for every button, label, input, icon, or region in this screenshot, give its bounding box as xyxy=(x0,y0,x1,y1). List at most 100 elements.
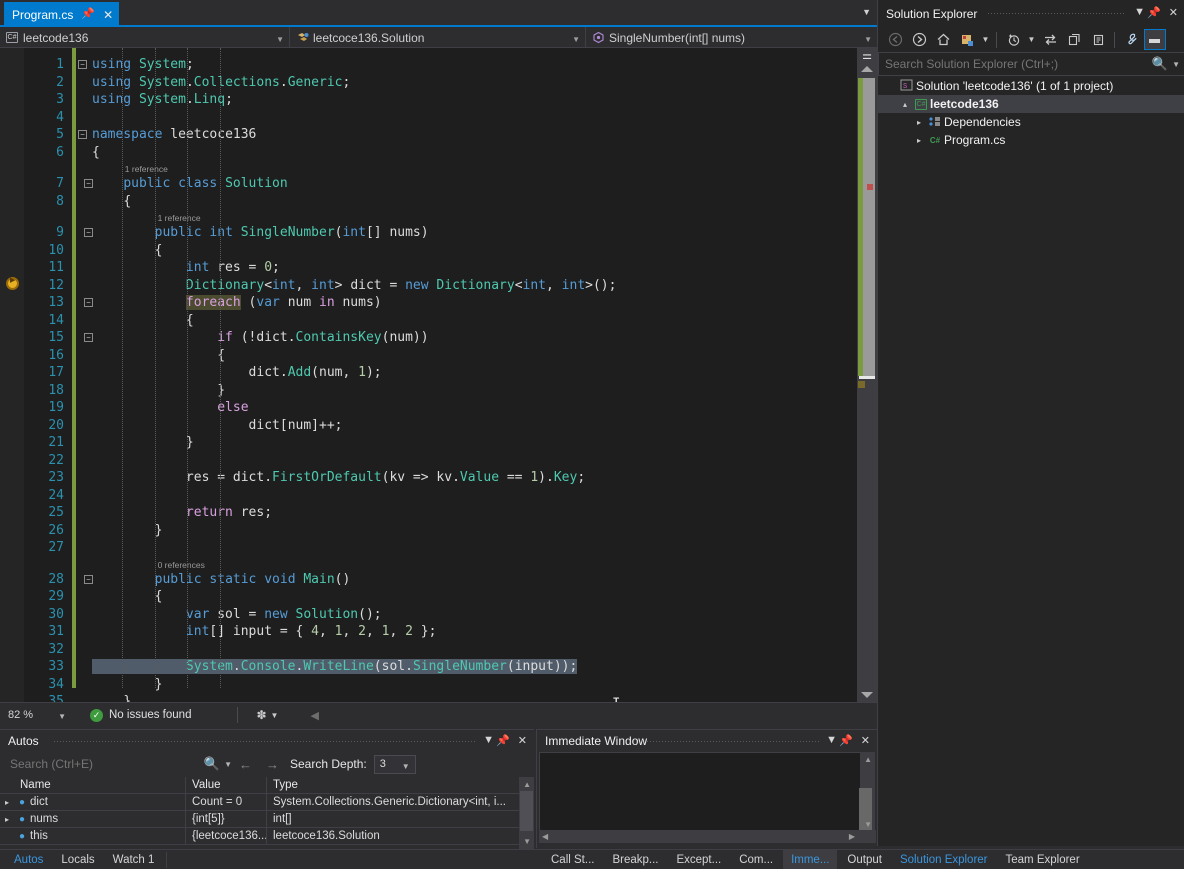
chevron-right-icon[interactable]: ▸ xyxy=(912,118,926,127)
outlining-column[interactable]: −−−−−−− xyxy=(78,48,92,702)
code-line[interactable]: namespace leetcoce136 xyxy=(92,126,256,144)
scroll-up-icon[interactable] xyxy=(861,66,873,72)
chevron-down-icon[interactable]: ▴ xyxy=(898,100,912,109)
bottom-tab-watch-1[interactable]: Watch 1 xyxy=(105,850,163,869)
close-icon[interactable]: ✕ xyxy=(1169,6,1178,19)
left-arrow-icon[interactable]: ◀ xyxy=(310,709,318,722)
chevron-down-icon[interactable]: ▼ xyxy=(58,712,66,721)
search-input[interactable] xyxy=(885,57,1152,71)
immediate-vertical-scrollbar[interactable]: ▲ ▼ xyxy=(860,752,875,832)
pending-changes-filter-button[interactable] xyxy=(956,29,978,50)
code-line[interactable]: { xyxy=(92,588,162,606)
search-icon[interactable]: 🔍 xyxy=(204,756,220,772)
code-line[interactable]: dict[num]++; xyxy=(92,417,342,435)
autos-search[interactable]: 🔍 ▼ xyxy=(4,753,232,775)
cell-name[interactable]: ●this xyxy=(0,828,186,845)
chevron-down-icon[interactable]: ▼ xyxy=(864,35,872,44)
table-row[interactable]: ▸●dictCount = 0System.Collections.Generi… xyxy=(0,794,534,811)
chevron-down-icon[interactable]: ▼ xyxy=(1134,6,1145,18)
chevron-down-icon[interactable]: ▼ xyxy=(1172,60,1180,69)
code-line[interactable]: public int SingleNumber(int[] nums) xyxy=(92,224,429,242)
cell-name[interactable]: ▸●nums xyxy=(0,811,186,828)
issues-status[interactable]: ✓ No issues found xyxy=(90,709,191,722)
outlining-collapse-icon[interactable]: − xyxy=(78,60,87,69)
code-line[interactable]: { xyxy=(92,144,100,162)
scroll-up-icon[interactable]: ▲ xyxy=(523,780,531,789)
search-icon[interactable]: 🔍 xyxy=(1152,56,1168,72)
zoom-level-dropdown[interactable]: 82 % ▼ xyxy=(4,706,72,725)
cell-type[interactable]: leetcoce136.Solution xyxy=(267,828,519,845)
cell-name[interactable]: ▸●dict xyxy=(0,794,186,811)
chevron-right-icon[interactable]: ▸ xyxy=(0,794,14,811)
code-line[interactable]: var sol = new Solution(); xyxy=(92,606,382,624)
code-line[interactable]: } xyxy=(92,382,225,400)
code-line[interactable]: dict.Add(num, 1); xyxy=(92,364,382,382)
column-header-value[interactable]: Value xyxy=(186,777,267,794)
code-text-area[interactable]: 1 reference 1 reference 0 references using … xyxy=(92,48,841,702)
editor-vertical-scrollbar[interactable]: ⚌ xyxy=(857,48,877,702)
chevron-down-icon[interactable]: ▼ xyxy=(862,7,871,17)
scroll-up-icon[interactable]: ▲ xyxy=(864,755,872,764)
code-line[interactable]: foreach (var num in nums) xyxy=(92,294,382,312)
bottom-tab-autos[interactable]: Autos xyxy=(6,850,51,869)
code-line[interactable]: } xyxy=(92,693,131,702)
scroll-down-icon[interactable]: ▼ xyxy=(864,820,872,829)
bottom-tab-locals[interactable]: Locals xyxy=(53,850,102,869)
code-line[interactable]: using System; xyxy=(92,56,194,74)
split-view-handle[interactable]: ⚌ xyxy=(857,48,877,64)
bottom-tab-output[interactable]: Output xyxy=(839,850,890,869)
pin-icon[interactable]: 📌 xyxy=(81,9,95,20)
codelens-reference-count[interactable]: 1 reference xyxy=(158,212,201,224)
code-line[interactable]: int[] input = { 4, 1, 2, 1, 2 }; xyxy=(92,623,436,641)
close-icon[interactable]: ✕ xyxy=(861,734,870,747)
chevron-right-icon[interactable]: ▸ xyxy=(0,811,14,828)
code-line[interactable]: { xyxy=(92,347,225,365)
code-line[interactable]: res = dict.FirstOrDefault(kv => kv.Value… xyxy=(92,469,585,487)
search-depth-stepper[interactable]: 3 ▼ xyxy=(374,755,416,774)
tree-item-program-cs[interactable]: ▸C#Program.cs xyxy=(878,131,1184,149)
code-line[interactable]: } xyxy=(92,434,194,452)
chevron-down-icon[interactable]: ▼ xyxy=(572,35,580,44)
solution-explorer-search[interactable]: 🔍 ▼ xyxy=(878,52,1184,76)
tree-item-dependencies[interactable]: ▸Dependencies xyxy=(878,113,1184,131)
code-line[interactable]: using System.Linq; xyxy=(92,91,233,109)
forward-button[interactable] xyxy=(908,29,930,50)
chevron-down-icon[interactable]: ▼ xyxy=(826,734,837,746)
table-row[interactable]: ▸●nums{int[5]}int[] xyxy=(0,811,534,828)
chevron-down-icon[interactable]: ▼ xyxy=(276,35,284,44)
immediate-horizontal-scrollbar[interactable] xyxy=(539,830,876,843)
code-line[interactable]: System.Console.WriteLine(sol.SingleNumbe… xyxy=(92,658,577,676)
scroll-down-icon[interactable]: ▼ xyxy=(523,837,531,846)
chevron-right-icon[interactable]: ▸ xyxy=(912,136,926,145)
breakpoint-gutter[interactable] xyxy=(0,48,24,702)
tree-item-leetcode136[interactable]: ▴C#leetcode136 xyxy=(878,95,1184,113)
code-line[interactable]: return res; xyxy=(92,504,272,522)
brush-icon[interactable]: ✽ xyxy=(256,708,266,722)
codelens-reference-count[interactable]: 0 references xyxy=(158,559,205,571)
close-icon[interactable]: ✕ xyxy=(103,9,113,21)
chevron-down-icon[interactable]: ▼ xyxy=(224,760,232,769)
codelens-reference-count[interactable]: 1 reference xyxy=(125,163,168,175)
table-row[interactable]: ●this{leetcoce136...leetcoce136.Solution xyxy=(0,828,534,845)
solution-tree[interactable]: SSolution 'leetcode136' (1 of 1 project)… xyxy=(878,77,1184,846)
bottom-tab-except[interactable]: Except... xyxy=(668,850,729,869)
column-header-type[interactable]: Type xyxy=(267,777,519,794)
cell-value[interactable]: {int[5]} xyxy=(186,811,267,828)
collapse-all-button[interactable] xyxy=(1063,29,1085,50)
properties-button[interactable] xyxy=(1120,29,1142,50)
pin-icon[interactable]: 📌 xyxy=(839,734,853,747)
chevron-down-icon[interactable]: ▼ xyxy=(402,762,410,771)
chevron-down-icon[interactable]: ▼ xyxy=(483,734,494,746)
show-all-files-button[interactable] xyxy=(1087,29,1109,50)
sync-dropdown-chevron-icon[interactable]: ▼ xyxy=(1026,29,1037,50)
search-input[interactable] xyxy=(10,757,204,771)
scroll-right-icon[interactable]: ▶ xyxy=(849,832,855,841)
code-line[interactable]: int res = 0; xyxy=(92,259,280,277)
sync-with-active-document-button[interactable] xyxy=(1002,29,1024,50)
cell-value[interactable]: Count = 0 xyxy=(186,794,267,811)
code-line[interactable]: { xyxy=(92,312,194,330)
scroll-down-icon[interactable] xyxy=(861,692,873,698)
left-arrow-icon[interactable]: ← xyxy=(239,757,252,772)
bottom-tab-breakp[interactable]: Breakp... xyxy=(604,850,666,869)
column-header-name[interactable]: Name xyxy=(14,777,186,794)
